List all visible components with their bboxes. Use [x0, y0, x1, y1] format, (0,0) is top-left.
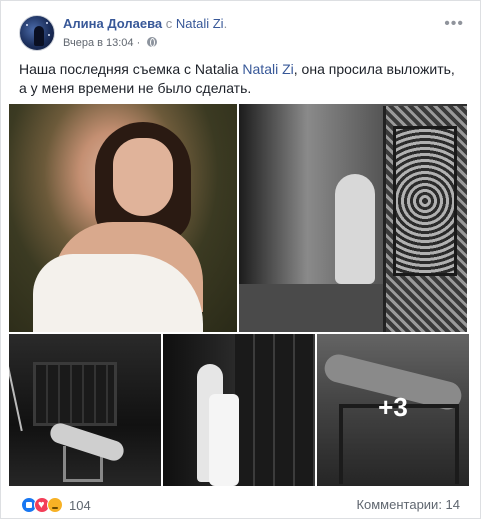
avatar-star — [46, 22, 48, 24]
photo-cloth — [209, 394, 239, 486]
post-author-line: Алина Долаева с Natali Zi. — [63, 16, 227, 31]
post-text-part: Наша последняя съемка с Natalia — [19, 61, 243, 77]
photo-floor — [239, 284, 383, 332]
sad-icon — [47, 497, 63, 513]
avatar-star — [26, 24, 28, 26]
tagged-person-link[interactable]: Natali Zi — [176, 16, 224, 31]
author-name-link[interactable]: Алина Долаева — [63, 16, 162, 31]
photo-window — [33, 362, 117, 426]
photo-4[interactable] — [163, 334, 315, 486]
photo-door — [235, 334, 315, 486]
reactions-summary[interactable]: 104 — [21, 497, 91, 513]
tagged-suffix: . — [223, 16, 228, 31]
more-photos-count: +3 — [378, 392, 408, 422]
photo-2[interactable] — [239, 104, 467, 332]
photo-figure — [335, 174, 375, 284]
avatar-star — [48, 34, 50, 36]
post-card: Алина Долаева с Natali Zi. Вчера в 13:04… — [0, 0, 481, 519]
post-meta: Вчера в 13:04 · — [63, 37, 158, 49]
globe-icon[interactable] — [147, 37, 158, 47]
photo-face — [113, 138, 173, 216]
reaction-count: 104 — [69, 497, 91, 513]
avatar-silhouette — [34, 26, 44, 46]
post-timestamp-link[interactable]: Вчера в 13:04 — [63, 37, 134, 49]
photo-carved-panel — [393, 126, 457, 276]
author-avatar[interactable] — [19, 15, 55, 51]
more-options-icon[interactable]: ••• — [444, 15, 464, 33]
meta-separator: · — [136, 37, 141, 49]
post-header: Алина Долаева с Natali Zi. Вчера в 13:04… — [1, 1, 481, 53]
comments-count-link[interactable]: Комментарии: 14 — [356, 497, 460, 512]
post-text: Наша последняя съемка с Natalia Natali Z… — [19, 60, 464, 98]
post-footer: 104 Комментарии: 14 — [1, 489, 481, 519]
photo-3[interactable] — [9, 334, 161, 486]
with-word: с — [165, 16, 173, 31]
photo-1[interactable] — [9, 104, 237, 332]
photo-5-more[interactable]: +3 — [317, 334, 469, 486]
post-text-tag-link[interactable]: Natali Zi — [242, 61, 293, 77]
